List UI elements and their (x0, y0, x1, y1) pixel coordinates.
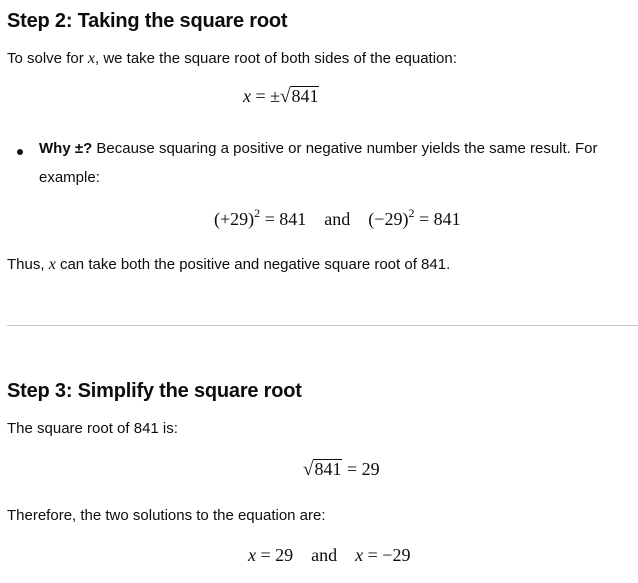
math-rhs: = 29 (346, 459, 380, 479)
solution-negative: = −29 (367, 545, 411, 565)
intro-text-rest: , we take the square root of both sides … (94, 50, 457, 67)
math-var-x: x (355, 545, 364, 565)
thus-text-rest: can take both the positive and negative … (55, 256, 451, 273)
step2-intro: To solve for x, we take the square root … (7, 50, 457, 68)
equation-solutions: x = 29 and x = −29 (248, 545, 410, 566)
step2-thus: Thus, x can take both the positive and n… (7, 256, 450, 274)
equation-sqrt-result: √841 = 29 (303, 459, 380, 481)
math-var-x: x (48, 256, 56, 273)
math-conj-and: and (311, 545, 338, 565)
math-left-rhs: = 841 (264, 209, 307, 229)
step3-intro: The square root of 841 is: (7, 420, 178, 437)
section-divider (7, 325, 638, 326)
bullet-icon (17, 149, 23, 155)
math-right-base: (−29) (368, 209, 409, 229)
bullet-why-line2: example: (39, 169, 100, 186)
math-conj-and: and (324, 209, 351, 229)
radical-sign-icon: √ (303, 459, 314, 480)
thus-text: Thus, (7, 256, 49, 273)
math-var-x: x (248, 545, 256, 565)
bullet-bold-label: Why ±? (39, 140, 93, 157)
equation-squares: (+29)2 = 841 and (−29)2 = 841 (214, 206, 461, 230)
equation-x-pm-sqrt: x = ±√841 (243, 86, 320, 108)
radicand: 841 (313, 459, 343, 479)
math-right-rhs: = 841 (418, 209, 461, 229)
bullet-why-line1: Why ±? Because squaring a positive or ne… (39, 140, 598, 157)
step2-heading: Step 2: Taking the square root (7, 10, 288, 32)
equals-sign: = (255, 86, 266, 106)
step3-therefore: Therefore, the two solutions to the equa… (7, 507, 326, 524)
math-var-x: x (87, 50, 95, 67)
bullet-text: Because squaring a positive or negative … (92, 140, 598, 157)
math-right-exp: 2 (408, 206, 415, 220)
plus-minus-sign: ± (270, 86, 281, 106)
radicand: 841 (290, 86, 320, 106)
math-left-exp: 2 (254, 206, 261, 220)
solution-positive: = 29 (260, 545, 294, 565)
math-left-base: (+29) (214, 209, 255, 229)
radical-sign-icon: √ (280, 86, 291, 107)
step3-heading: Step 3: Simplify the square root (7, 380, 302, 402)
math-var-x: x (243, 86, 251, 106)
intro-text: To solve for (7, 50, 88, 67)
